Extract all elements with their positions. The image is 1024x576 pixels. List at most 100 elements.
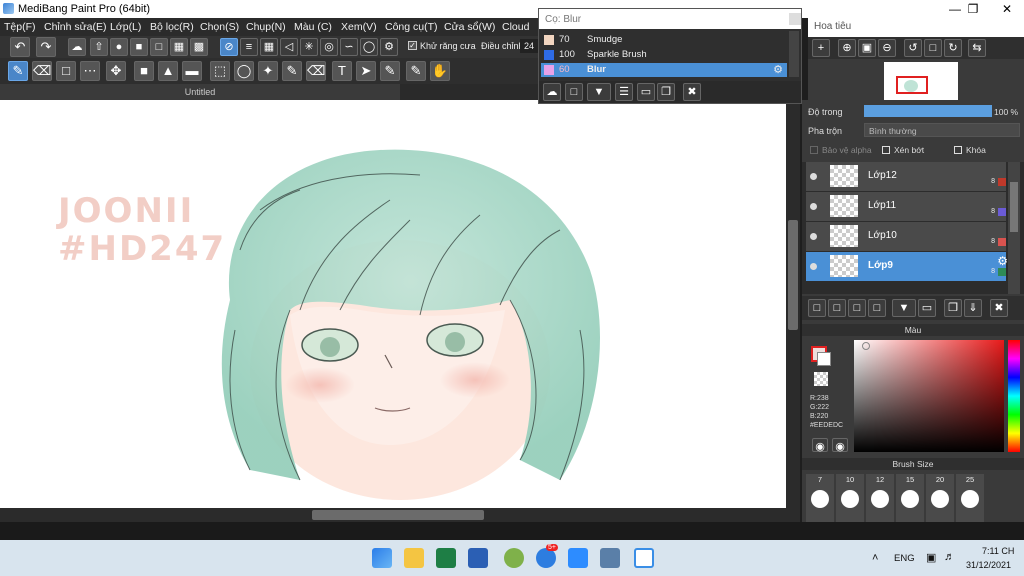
select-eraser-icon[interactable]: ⌫ [306, 61, 326, 81]
brush-panel-close[interactable] [789, 13, 801, 25]
color-picker-icon[interactable]: ◉ [832, 438, 848, 453]
brush-size-option[interactable]: 20 [926, 474, 954, 522]
brush-item[interactable]: 70 Smudge [541, 33, 787, 47]
fill-rect-tool-icon[interactable]: ■ [134, 61, 154, 81]
reset-view-icon[interactable]: □ [924, 39, 942, 57]
brush-size-option[interactable]: 25 [956, 474, 984, 522]
messenger-app-icon[interactable] [504, 548, 524, 568]
select-tool-icon[interactable]: ⬚ [210, 61, 230, 81]
merge-layer-icon[interactable]: ⇓ [964, 299, 982, 317]
transparent-color-swatch[interactable] [814, 372, 828, 386]
antialias-checkbox[interactable]: ✓ [408, 41, 417, 50]
language-indicator[interactable]: ENG [894, 553, 915, 564]
visibility-eye-icon[interactable] [810, 233, 817, 240]
zoom-out-icon[interactable]: ⊖ [878, 39, 896, 57]
layer-list-scrollbar[interactable] [1008, 162, 1020, 294]
radial-snap-icon[interactable]: ✳ [300, 38, 318, 56]
brush-new-icon[interactable]: □ [565, 83, 583, 101]
visibility-eye-icon[interactable] [810, 263, 817, 270]
excel-icon[interactable] [436, 548, 456, 568]
lock-checkbox[interactable] [954, 146, 962, 154]
menu-view[interactable]: Xem(V) [341, 21, 377, 33]
lasso-tool-icon[interactable]: ◯ [234, 61, 254, 81]
circle-snap-icon[interactable]: ◎ [320, 38, 338, 56]
visibility-eye-icon[interactable] [810, 203, 817, 210]
tray-chevron-icon[interactable]: ˄ [872, 552, 878, 564]
zoom-in-icon[interactable]: + [812, 39, 830, 57]
zoom-icon[interactable]: ⊕ [838, 39, 856, 57]
bucket-tool-icon[interactable]: ▲ [158, 61, 178, 81]
brush-item-selected[interactable]: 60 Blur ⚙ [541, 63, 787, 77]
rotate-right-icon[interactable]: ↻ [944, 39, 962, 57]
network-icon[interactable]: ▣ [926, 551, 936, 564]
new-8bit-layer-icon[interactable]: □ [868, 299, 886, 317]
move-tool-icon[interactable]: ✥ [106, 61, 126, 81]
volume-icon[interactable]: ♬ [944, 551, 955, 563]
menu-tools[interactable]: Công cụ(T) [385, 21, 438, 33]
clip-checkbox[interactable] [882, 146, 890, 154]
menu-cloud[interactable]: Cloud [502, 21, 529, 33]
shape-tool-icon[interactable]: □ [56, 61, 76, 81]
brush-tool-icon[interactable]: ✎ [8, 61, 28, 81]
background-color-swatch[interactable] [817, 352, 831, 366]
zoom-app-icon[interactable] [568, 548, 588, 568]
menu-filter[interactable]: Bộ lọc(R) [150, 21, 194, 33]
palette-icon[interactable]: ◉ [812, 438, 828, 453]
dot-tool-icon[interactable]: ⋯ [80, 61, 100, 81]
brush-duplicate-icon[interactable]: ❐ [657, 83, 675, 101]
eyedropper-tool-icon[interactable]: ✎ [406, 61, 426, 81]
brush-folder-icon[interactable]: ▭ [637, 83, 655, 101]
vertical-scroll-thumb[interactable] [788, 220, 798, 330]
hue-slider[interactable] [1008, 340, 1020, 452]
brush-delete-icon[interactable]: ✖ [683, 83, 701, 101]
perspective-snap-icon[interactable]: ◁ [280, 38, 298, 56]
add-layer-menu-icon[interactable]: ▼ [892, 299, 916, 317]
share-icon[interactable]: ⇧ [90, 38, 108, 56]
text-tool-icon[interactable]: T [332, 61, 352, 81]
brush-properties-icon[interactable]: ☰ [615, 83, 633, 101]
brush-item[interactable]: 100 Sparkle Brush [541, 48, 787, 62]
protect-alpha-checkbox[interactable] [810, 146, 818, 154]
layer-row[interactable]: Lớp12 8 [806, 162, 1006, 192]
navigator-preview[interactable] [884, 62, 958, 104]
word-icon[interactable] [468, 548, 488, 568]
gradient-tool-icon[interactable]: ▬ [182, 61, 202, 81]
brush-size-option[interactable]: 12 [866, 474, 894, 522]
settings-gear-icon[interactable]: ⚙ [380, 38, 398, 56]
menu-capture[interactable]: Chụp(N) [246, 21, 286, 33]
brush-add-menu-icon[interactable]: ▼ [587, 83, 611, 101]
brush-list-scrollbar[interactable] [789, 31, 799, 77]
visibility-eye-icon[interactable] [810, 173, 817, 180]
brush-size-option[interactable]: 10 [836, 474, 864, 522]
brush-size-option[interactable]: 7 [806, 474, 834, 522]
menu-layer[interactable]: Lớp(L) [110, 21, 141, 33]
adjust-input[interactable]: 24 [520, 39, 538, 53]
duplicate-layer-icon[interactable]: ❐ [944, 299, 962, 317]
speech-icon[interactable]: ■ [130, 38, 148, 56]
blend-mode-select[interactable]: Bình thường [864, 123, 1020, 137]
fit-icon[interactable]: ▣ [858, 39, 876, 57]
flip-icon[interactable]: ⇆ [968, 39, 986, 57]
chat-app-icon[interactable]: 5+ [536, 544, 558, 568]
new-layer-icon[interactable]: □ [808, 299, 826, 317]
menu-window[interactable]: Cửa sổ(W) [444, 21, 495, 33]
cloud-icon[interactable]: ☁ [68, 38, 86, 56]
saturation-value-picker[interactable] [854, 340, 1004, 452]
brush-cloud-icon[interactable]: ☁ [543, 83, 561, 101]
medibang-taskbar-icon[interactable] [634, 548, 654, 568]
divide-tool-icon[interactable]: ✎ [380, 61, 400, 81]
grid-snap-icon[interactable]: ▦ [260, 38, 278, 56]
layer-row-selected[interactable]: Lớp9 8 ⚙ [806, 252, 1008, 282]
undo-button[interactable]: ↶ [10, 37, 30, 57]
hand-tool-icon[interactable]: ✋ [430, 61, 450, 81]
redo-button[interactable]: ↷ [36, 37, 56, 57]
panel-icon[interactable]: ▦ [170, 38, 188, 56]
brush-settings-gear-icon[interactable]: ⚙ [773, 63, 783, 77]
document-tab[interactable]: Untitled [0, 84, 400, 100]
canvas[interactable]: JOONII #HD247 [0, 100, 786, 508]
brush-size-option[interactable]: 15 [896, 474, 924, 522]
sv-cursor[interactable] [862, 342, 870, 350]
delete-layer-icon[interactable]: ✖ [990, 299, 1008, 317]
menu-file[interactable]: Tệp(F) [4, 21, 36, 33]
comment-icon[interactable]: ● [110, 38, 128, 56]
